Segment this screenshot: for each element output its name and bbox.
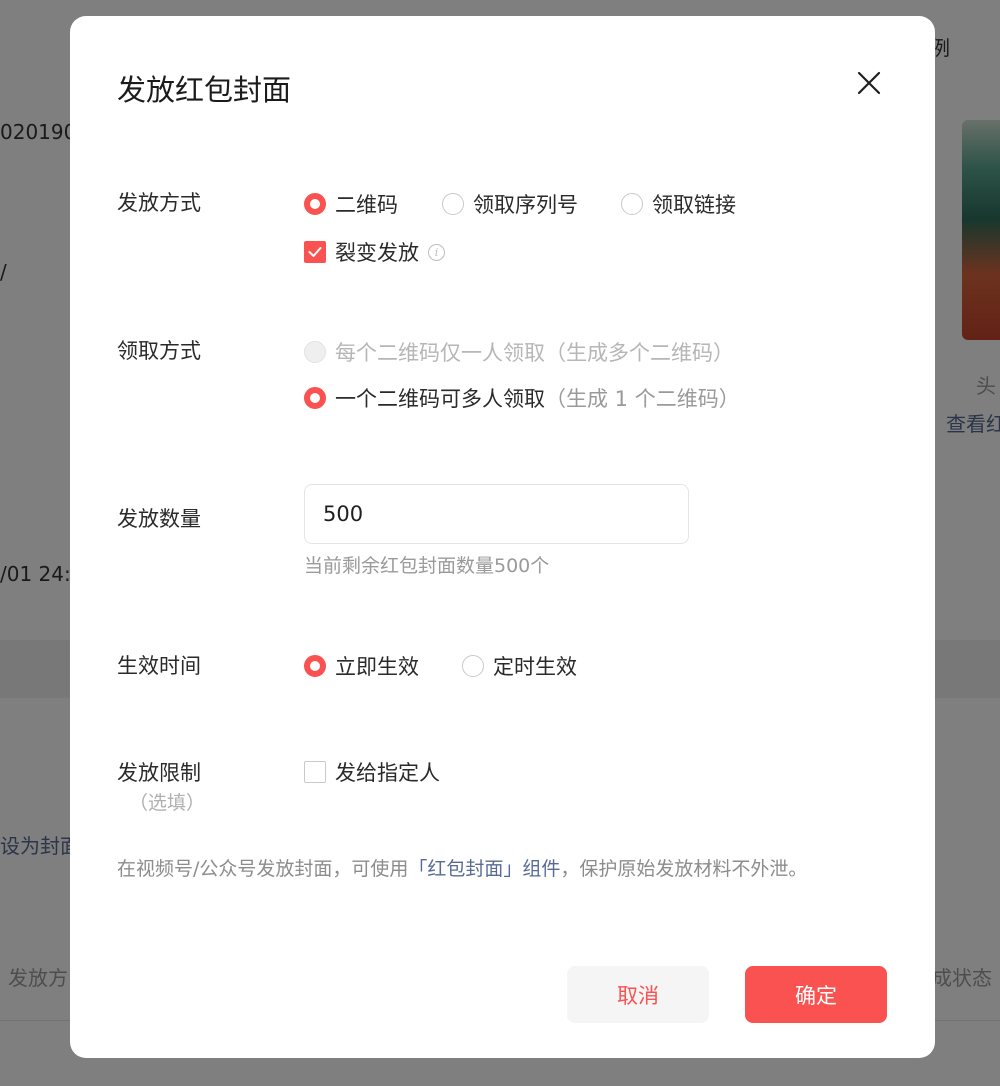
info-icon[interactable]: i (428, 243, 445, 261)
distribution-method-label: 发放方式 (117, 191, 201, 215)
dialog-title: 发放红包封面 (117, 73, 292, 107)
effective-time-label: 生效时间 (117, 654, 201, 678)
radio-qrcode-label: 二维码 (335, 193, 398, 217)
radio-disabled-icon (304, 341, 326, 363)
radio-link[interactable]: 领取链接 (621, 189, 736, 219)
radio-multi-claim-note: （生成 1 个二维码） (545, 387, 740, 411)
radio-scheduled[interactable]: 定时生效 (462, 651, 577, 681)
confirm-button[interactable]: 确定 (745, 966, 887, 1023)
radio-selected-icon (304, 655, 326, 677)
checkbox-unchecked-icon (304, 761, 326, 783)
radio-single-claim-label: 每个二维码仅一人领取 (335, 341, 545, 365)
quantity-label: 发放数量 (117, 507, 201, 531)
radio-single-claim[interactable]: 每个二维码仅一人领取 （生成多个二维码） (304, 337, 734, 367)
radio-serial-number-label: 领取序列号 (473, 193, 578, 217)
designated-recipient-label: 发给指定人 (335, 761, 440, 785)
red-packet-component-link[interactable]: 「红包封面」组件 (408, 858, 560, 880)
restriction-label: 发放限制 (117, 761, 201, 785)
radio-selected-icon (304, 387, 326, 409)
restriction-optional-label: （选填） (129, 792, 206, 814)
radio-immediate[interactable]: 立即生效 (304, 651, 419, 681)
radio-qrcode[interactable]: 二维码 (304, 189, 398, 219)
radio-selected-icon (304, 193, 326, 215)
designated-recipient-checkbox[interactable]: 发给指定人 (304, 757, 440, 787)
fission-checkbox[interactable]: 裂变发放 i (304, 237, 445, 267)
radio-serial-number[interactable]: 领取序列号 (442, 189, 578, 219)
radio-unselected-icon (462, 655, 484, 677)
quantity-input[interactable] (304, 484, 689, 544)
close-icon[interactable] (854, 68, 884, 98)
issue-cover-dialog: 发放红包封面 发放方式 二维码 领取序列号 领取链接 裂变发放 i 领取方式 每… (70, 16, 935, 1058)
note-suffix: ，保护原始发放材料不外泄。 (560, 858, 808, 880)
radio-unselected-icon (442, 193, 464, 215)
radio-multi-claim-label: 一个二维码可多人领取 (335, 387, 545, 411)
fission-checkbox-label: 裂变发放 (335, 241, 419, 265)
radio-single-claim-note: （生成多个二维码） (545, 341, 734, 365)
claim-method-label: 领取方式 (117, 339, 201, 363)
radio-link-label: 领取链接 (652, 193, 736, 217)
note-prefix: 在视频号/公众号发放封面，可使用 (117, 858, 409, 880)
radio-multi-claim[interactable]: 一个二维码可多人领取 （生成 1 个二维码） (304, 383, 740, 413)
cancel-button[interactable]: 取消 (567, 966, 709, 1023)
radio-unselected-icon (621, 193, 643, 215)
radio-immediate-label: 立即生效 (335, 655, 419, 679)
component-note: 在视频号/公众号发放封面，可使用「红包封面」组件，保护原始发放材料不外泄。 (117, 854, 807, 881)
checkbox-checked-icon (304, 241, 326, 263)
quantity-hint: 当前剩余红包封面数量500个 (304, 555, 550, 577)
radio-scheduled-label: 定时生效 (493, 655, 577, 679)
